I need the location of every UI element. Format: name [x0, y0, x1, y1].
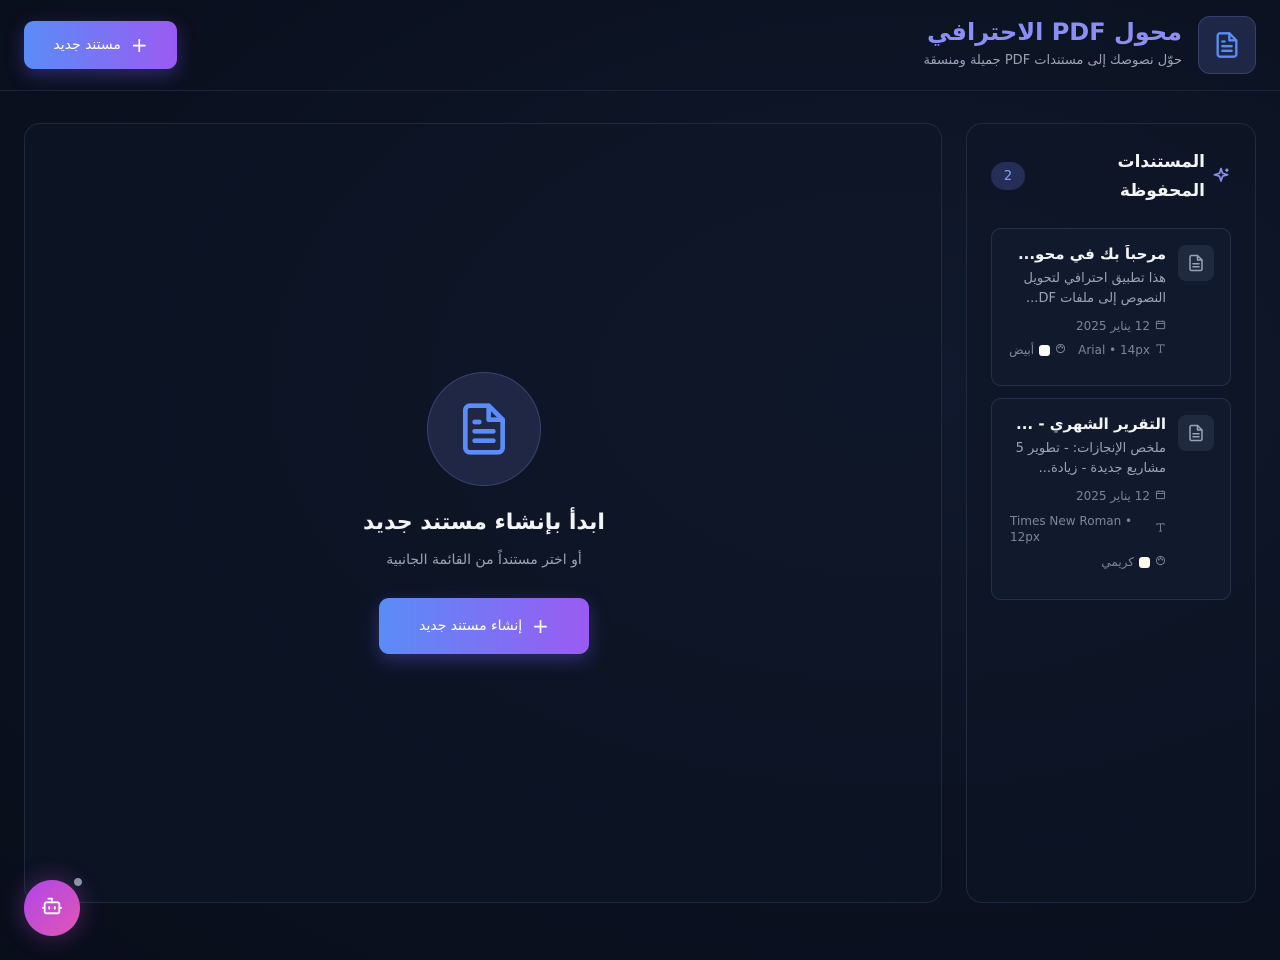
empty-state-subtitle: أو اختر مستنداً من القائمة الجانبية [386, 552, 582, 568]
document-title: التقرير الشهري - ... [1016, 415, 1166, 433]
editor-panel: ابدأ بإنشاء مستند جديد أو اختر مستنداً م… [24, 123, 942, 903]
document-card[interactable]: التقرير الشهري - ... ملخص الإنجازات: - ت… [991, 398, 1231, 600]
empty-file-icon [427, 372, 541, 486]
file-icon [1178, 415, 1214, 451]
file-text-icon [1198, 16, 1256, 74]
document-font: Arial • 14px [1078, 343, 1166, 357]
palette-icon [1155, 555, 1166, 569]
document-color-text: أبيض [1009, 343, 1035, 357]
type-icon [1155, 343, 1166, 357]
document-card[interactable]: مرحباً بك في محو... هذا تطبيق احترافي لت… [991, 228, 1231, 386]
status-indicator [74, 878, 82, 886]
document-count-badge: 2 [991, 162, 1025, 190]
type-icon [1155, 522, 1166, 536]
calendar-icon [1155, 489, 1166, 503]
document-font-text: Times New Roman • 12px [1010, 514, 1133, 544]
sidebar-title: المستندات المحفوظة [1117, 152, 1205, 201]
new-document-label: مستند جديد [53, 37, 121, 53]
create-document-label: إنشاء مستند جديد [419, 618, 523, 634]
document-excerpt: ملخص الإنجازات: - تطوير 5 مشاريع جديدة -… [1015, 441, 1166, 476]
app-title: محول PDF الاحترافي [927, 18, 1182, 46]
document-font: Times New Roman • 12px [1008, 513, 1166, 545]
document-date-text: 12 يناير 2025 [1075, 319, 1150, 333]
document-date: 12 يناير 2025 [1008, 319, 1166, 333]
document-title: مرحباً بك في محو... [1017, 245, 1166, 263]
app-header: محول PDF الاحترافي حوّل نصوصك إلى مستندا… [0, 0, 1280, 91]
plus-icon: + [130, 33, 148, 57]
new-document-button[interactable]: + مستند جديد [24, 21, 177, 69]
create-document-button[interactable]: + إنشاء مستند جديد [379, 598, 589, 654]
file-icon [1178, 245, 1214, 281]
document-color-text: كريمي [1101, 555, 1134, 569]
bot-icon [41, 895, 63, 921]
document-color: أبيض [1009, 343, 1066, 357]
palette-icon [1055, 343, 1066, 357]
empty-state-title: ابدأ بإنشاء مستند جديد [363, 510, 605, 535]
document-date-text: 12 يناير 2025 [1075, 489, 1150, 503]
saved-documents-sidebar: المستندات المحفوظة 2 مرحباً بك في محو...… [966, 123, 1256, 903]
color-swatch [1039, 344, 1051, 356]
document-color: كريمي [1008, 555, 1166, 569]
document-excerpt: هذا تطبيق احترافي لتحويل النصوص إلى ملفا… [1023, 271, 1166, 306]
plus-icon: + [532, 614, 549, 638]
calendar-icon [1155, 319, 1166, 333]
document-font-text: Arial • 14px [1078, 343, 1150, 357]
color-swatch [1139, 556, 1150, 568]
sparkles-icon [1211, 166, 1231, 190]
assistant-bot-button[interactable] [24, 880, 80, 936]
document-date: 12 يناير 2025 [1008, 489, 1166, 503]
app-subtitle: حوّل نصوصك إلى مستندات PDF جميلة ومنسقة [923, 53, 1182, 68]
